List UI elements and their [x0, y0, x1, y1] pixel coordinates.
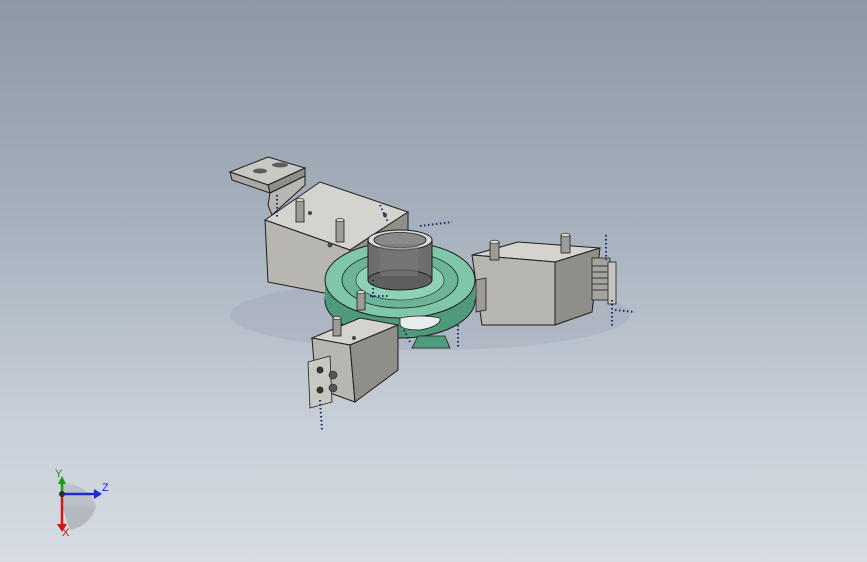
triad-y-label: Y — [55, 468, 63, 480]
bearing-collar[interactable] — [367, 229, 433, 291]
cad-graphics-viewport[interactable]: Y Z X — [0, 0, 867, 562]
triad-z-label: Z — [102, 482, 109, 494]
triad-x-label: X — [62, 527, 70, 539]
assembly-model[interactable] — [0, 0, 867, 562]
